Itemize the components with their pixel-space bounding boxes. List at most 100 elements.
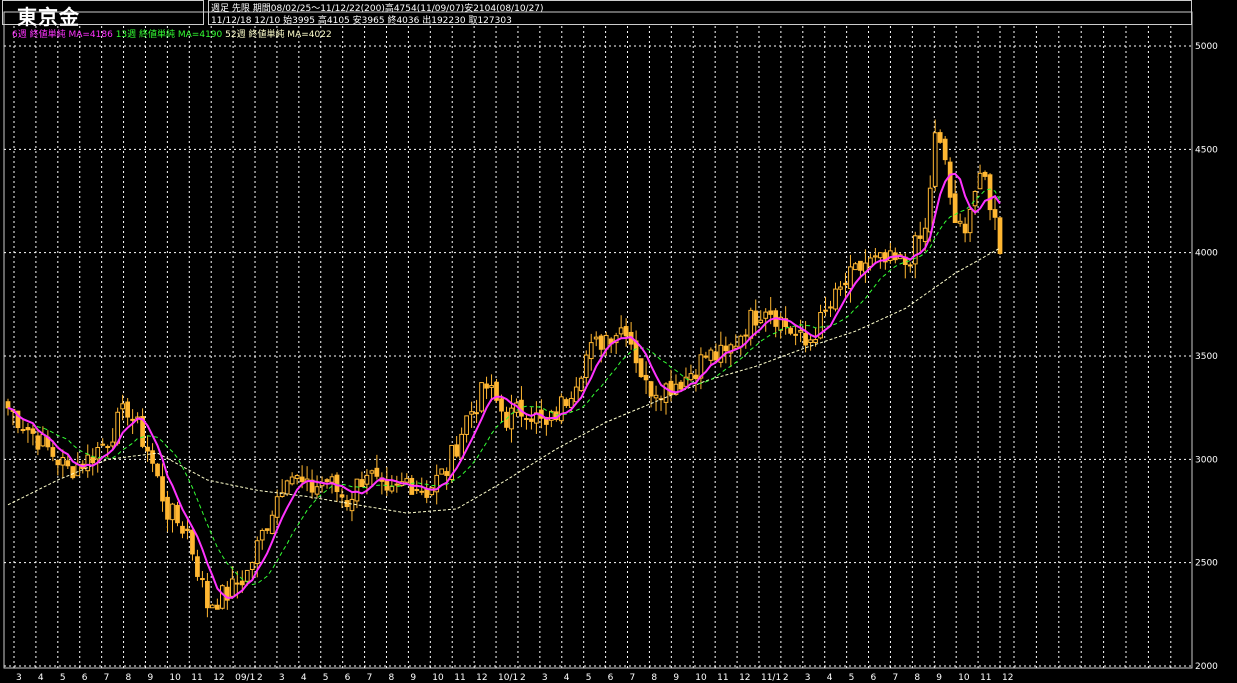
candle-body bbox=[374, 467, 380, 477]
candle-body bbox=[499, 398, 504, 412]
candle-body bbox=[843, 282, 848, 286]
candle-body bbox=[504, 411, 509, 428]
ma6-line bbox=[7, 172, 1001, 599]
ma13-line bbox=[7, 188, 1001, 586]
candle-body bbox=[175, 504, 180, 524]
candle-body bbox=[145, 446, 150, 452]
candle-body bbox=[648, 381, 654, 397]
candle-body bbox=[289, 476, 295, 485]
candle-body bbox=[299, 476, 305, 483]
x-tick-label: 10 bbox=[169, 673, 181, 683]
legend-ma52: 52週 終値単純 MA=4022 bbox=[225, 30, 332, 40]
candle-body bbox=[618, 327, 624, 335]
candle-body bbox=[853, 263, 858, 271]
candle-body bbox=[249, 562, 255, 570]
x-tick-label: 9 bbox=[936, 673, 942, 683]
candle-body bbox=[823, 309, 828, 312]
candle-body bbox=[813, 339, 818, 343]
candle-body bbox=[997, 217, 1003, 254]
x-tick-label: 2 bbox=[783, 673, 789, 683]
candle-body bbox=[464, 415, 469, 435]
x-tick-label: 5 bbox=[60, 673, 66, 683]
candle-body bbox=[344, 500, 350, 508]
candle-body bbox=[489, 385, 494, 388]
candle-body bbox=[205, 581, 210, 609]
x-tick-label: 11 bbox=[717, 673, 728, 683]
x-tick-label: 11 bbox=[980, 673, 991, 683]
candle-body bbox=[210, 604, 215, 609]
candle-body bbox=[878, 252, 883, 259]
x-tick-label: 10 bbox=[695, 673, 707, 683]
candle-body bbox=[947, 161, 953, 198]
x-tick-label: 10/1 bbox=[498, 673, 518, 683]
candle-body bbox=[155, 463, 160, 477]
info-volume: 出192230 bbox=[422, 16, 466, 26]
candle-body bbox=[962, 223, 968, 234]
candle-body bbox=[942, 138, 948, 161]
candle-body bbox=[967, 208, 973, 234]
candle-body bbox=[623, 326, 629, 337]
candle-body bbox=[987, 174, 993, 211]
candlestick-chart: 5000 4500 4000 3500 3000 2500 2000 3 4 5 6 7 8 9 10 11… bbox=[3, 11, 1218, 683]
info-box: 週足 先限 期間08/02/25〜11/12/22(200)高4754(11/0… bbox=[208, 0, 1192, 26]
candle-body bbox=[100, 443, 106, 446]
candle-body bbox=[798, 329, 803, 333]
candle-body bbox=[678, 381, 684, 390]
x-tick-label: 12 bbox=[739, 673, 750, 683]
candle-body bbox=[70, 466, 76, 479]
candle-body bbox=[35, 435, 41, 450]
candle-body bbox=[982, 171, 988, 177]
x-tick-label: 3 bbox=[805, 673, 811, 683]
candle-body bbox=[160, 476, 165, 502]
candle-body bbox=[90, 456, 96, 464]
candle-body bbox=[404, 478, 410, 483]
candle-body bbox=[20, 429, 26, 432]
candle-body bbox=[808, 339, 813, 344]
x-tick-label: 3 bbox=[542, 673, 548, 683]
info-open: 始3995 bbox=[283, 16, 315, 26]
candle-body bbox=[334, 474, 340, 493]
x-tick-label: 8 bbox=[914, 673, 920, 683]
candle-body bbox=[314, 486, 320, 495]
info-line-2: 11/12/18 12/10 始3995 高4105 安3965 終4036 出… bbox=[211, 13, 512, 26]
candle-body bbox=[125, 401, 130, 418]
candle-body bbox=[927, 187, 933, 233]
candle-body bbox=[563, 399, 569, 407]
candle-body bbox=[713, 351, 719, 361]
legend-ma6: 6週 終値単純 MA=4186 bbox=[12, 30, 113, 40]
candle-body bbox=[583, 354, 589, 378]
candle-body bbox=[65, 460, 71, 467]
info-close: 終4036 bbox=[387, 16, 420, 26]
candle-body bbox=[479, 382, 484, 412]
candle-body bbox=[957, 220, 963, 224]
x-tick-label: 12 bbox=[213, 673, 224, 683]
candle-body bbox=[110, 441, 116, 447]
candle-body bbox=[259, 529, 265, 541]
candle-body bbox=[274, 496, 280, 518]
x-tick-label: 11 bbox=[191, 673, 202, 683]
candle-body bbox=[723, 345, 729, 352]
candle-body bbox=[349, 498, 355, 512]
candle-body bbox=[868, 257, 873, 267]
candle-body bbox=[165, 496, 170, 520]
x-tick-label: 9 bbox=[410, 673, 416, 683]
candle-body bbox=[598, 335, 604, 350]
y-tick-label: 2000 bbox=[1195, 662, 1218, 672]
info-range: 11/12/18 12/10 bbox=[211, 16, 281, 26]
x-tick-label: 12 bbox=[476, 673, 487, 683]
candle-body bbox=[763, 311, 769, 319]
candle-body bbox=[394, 483, 400, 486]
candle-body bbox=[354, 478, 360, 502]
candle-body bbox=[519, 399, 524, 417]
candle-body bbox=[170, 503, 175, 521]
x-tick-label: 5 bbox=[586, 673, 592, 683]
candle-body bbox=[568, 397, 574, 408]
x-tick-label: 5 bbox=[323, 673, 329, 683]
x-tick-label: 4 bbox=[301, 673, 307, 683]
x-tick-label: 7 bbox=[367, 673, 373, 683]
candle-body bbox=[469, 411, 474, 415]
candle-body bbox=[364, 474, 370, 485]
candle-body bbox=[873, 255, 878, 258]
candle-body bbox=[5, 401, 11, 409]
candle-body bbox=[653, 394, 659, 399]
